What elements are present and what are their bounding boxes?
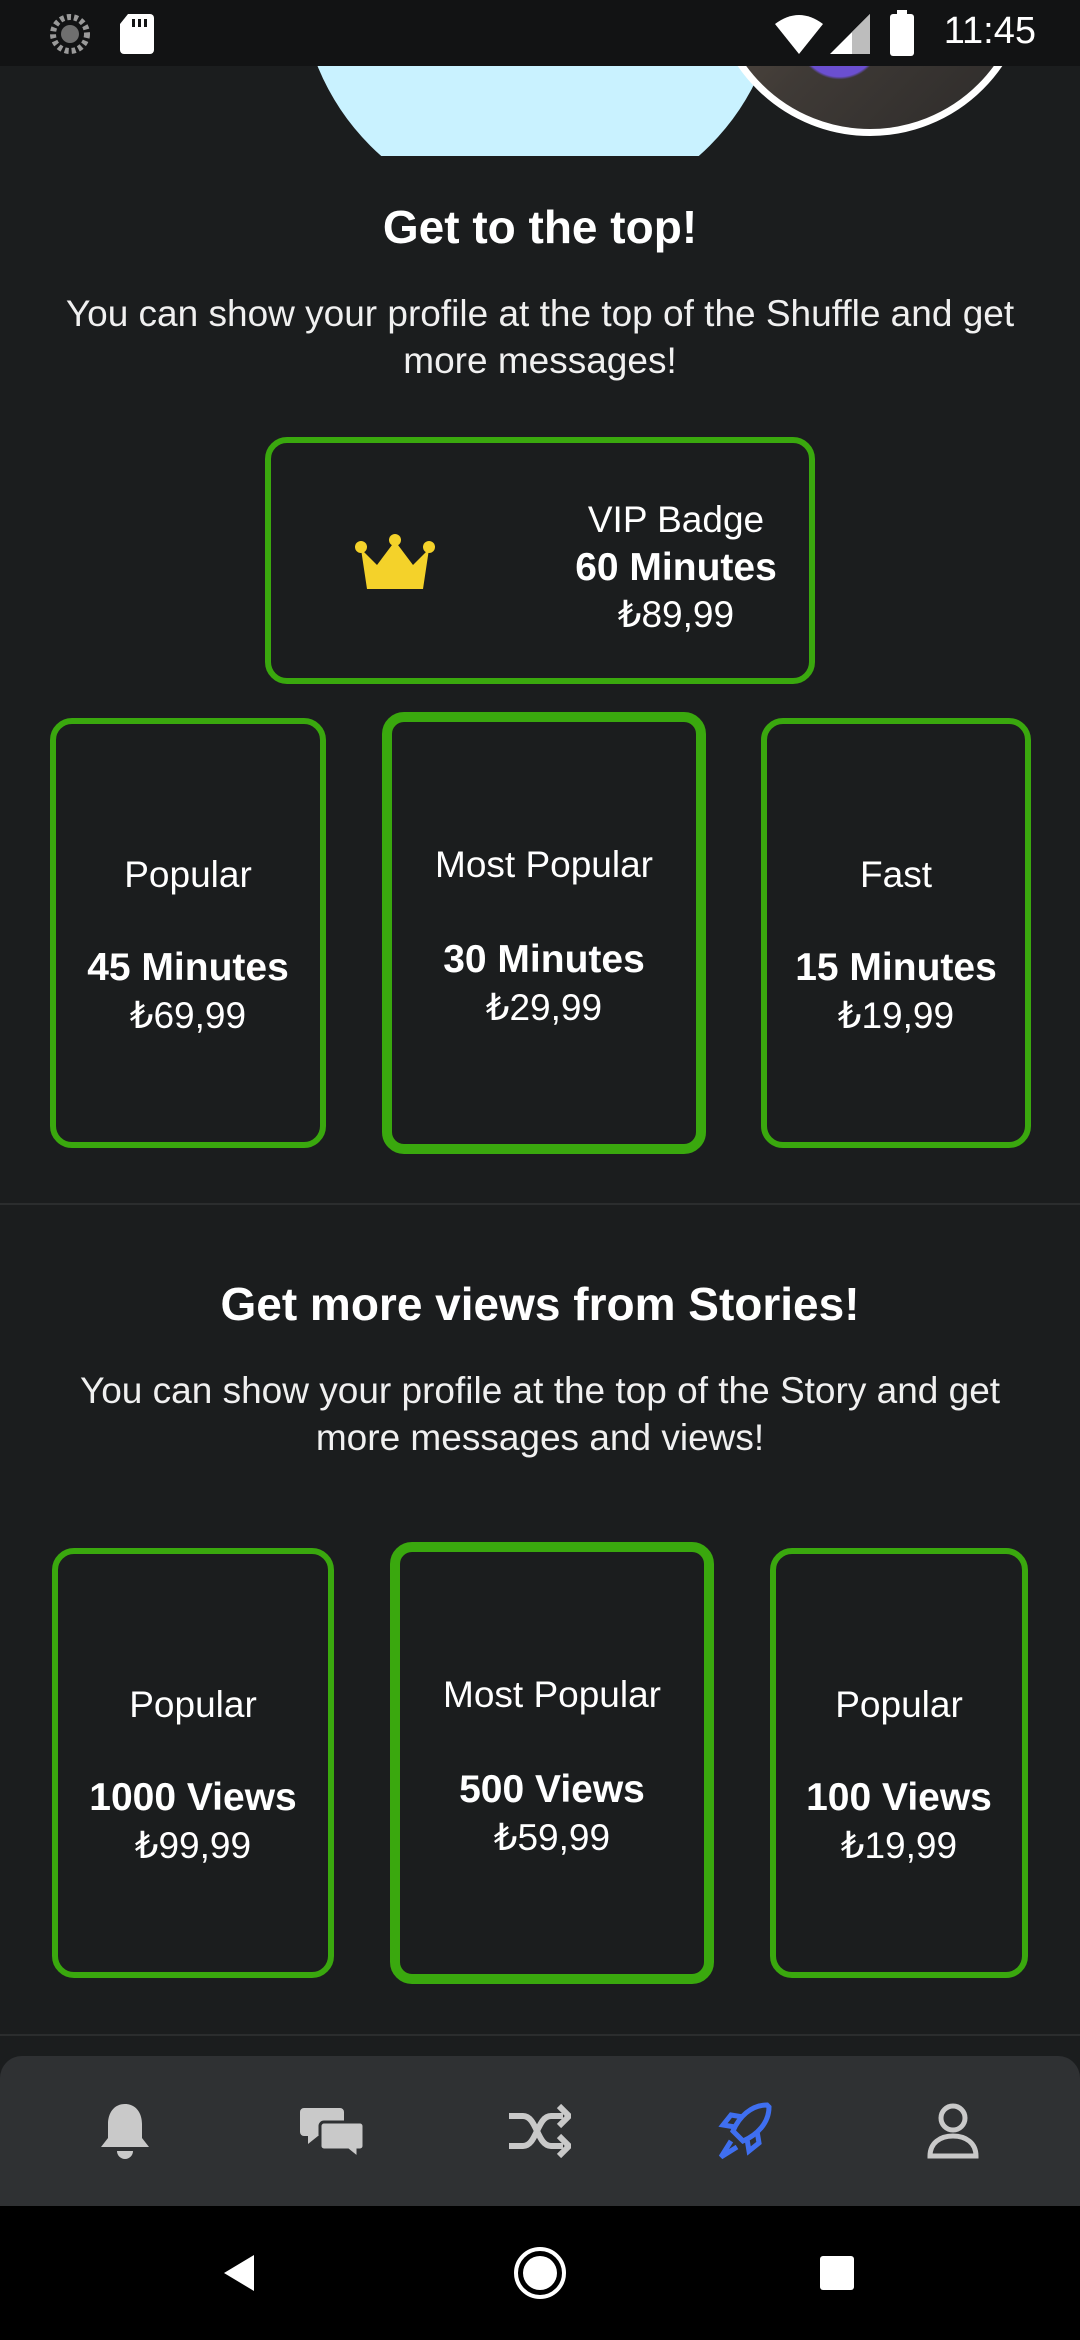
views-price: ₺99,99: [134, 1825, 252, 1866]
recents-icon: [820, 2256, 854, 2290]
recents-button[interactable]: [777, 2206, 897, 2340]
hero-illustration: [0, 66, 1080, 156]
views-amount: 500 Views: [459, 1768, 645, 1811]
back-icon: [224, 2255, 254, 2291]
plan-card-45-minutes[interactable]: Popular 45 Minutes ₺69,99: [50, 718, 326, 1148]
plan-amount: 30 Minutes: [443, 938, 645, 981]
vip-amount: 60 Minutes: [575, 546, 777, 589]
plan-label: Popular: [124, 854, 252, 895]
status-time: 11:45: [943, 10, 1036, 52]
shuffle-icon: [509, 2104, 571, 2158]
plan-price: ₺69,99: [129, 995, 247, 1036]
section-description-top: You can show your profile at the top of …: [65, 293, 1015, 381]
plan-card-15-minutes[interactable]: Fast 15 Minutes ₺19,99: [761, 718, 1031, 1148]
divider: [0, 1203, 1080, 1205]
vip-label: VIP Badge: [587, 499, 765, 540]
plan-price: ₺29,99: [485, 987, 603, 1028]
wifi-icon: [775, 15, 823, 54]
views-label: Popular: [129, 1684, 257, 1725]
sd-card-icon: [120, 14, 154, 54]
vip-badge-card[interactable]: VIP Badge 60 Minutes ₺89,99: [265, 437, 815, 684]
nav-messages[interactable]: [258, 2056, 408, 2206]
system-nav-bar: [0, 2206, 1080, 2340]
profile-icon: [927, 2103, 979, 2159]
plan-card-30-minutes[interactable]: Most Popular 30 Minutes ₺29,99: [382, 712, 706, 1154]
views-amount: 1000 Views: [89, 1776, 297, 1819]
views-card-100[interactable]: Popular 100 Views ₺19,99: [770, 1548, 1028, 1978]
views-label: Popular: [835, 1684, 963, 1725]
bottom-nav: [0, 2056, 1080, 2206]
views-card-500[interactable]: Most Popular 500 Views ₺59,99: [390, 1542, 714, 1984]
bell-icon: [101, 2104, 149, 2159]
back-button[interactable]: [180, 2206, 300, 2340]
views-price: ₺59,99: [493, 1817, 611, 1858]
plan-price: ₺19,99: [837, 995, 955, 1036]
views-label: Most Popular: [443, 1674, 661, 1715]
hero-circle: [300, 66, 780, 156]
signal-icon: [830, 14, 870, 54]
battery-icon: [890, 10, 914, 56]
home-button[interactable]: [480, 2206, 600, 2340]
home-icon: [514, 2247, 566, 2299]
chat-icon: [300, 2108, 366, 2158]
section-title-top: Get to the top!: [382, 201, 698, 253]
vip-price: ₺89,99: [617, 594, 735, 635]
crown-icon: [355, 534, 435, 589]
nav-shuffle[interactable]: [464, 2056, 614, 2206]
plan-amount: 15 Minutes: [795, 946, 997, 989]
rocket-icon: [718, 2102, 772, 2160]
views-card-1000[interactable]: Popular 1000 Views ₺99,99: [52, 1548, 334, 1978]
section-title-stories: Get more views from Stories!: [220, 1278, 860, 1330]
nav-notifications[interactable]: [50, 2056, 200, 2206]
nav-boost[interactable]: [670, 2056, 820, 2206]
plan-label: Fast: [860, 854, 932, 895]
avatar: [710, 66, 1030, 136]
loading-icon: [50, 14, 90, 54]
plan-label: Most Popular: [435, 844, 653, 885]
status-bar: 11:45: [0, 0, 1080, 66]
views-amount: 100 Views: [806, 1776, 992, 1819]
nav-profile[interactable]: [878, 2056, 1028, 2206]
divider: [0, 2034, 1080, 2036]
section-description-stories: You can show your profile at the top of …: [79, 1370, 1001, 1458]
plan-amount: 45 Minutes: [87, 946, 289, 989]
views-price: ₺19,99: [840, 1825, 958, 1866]
